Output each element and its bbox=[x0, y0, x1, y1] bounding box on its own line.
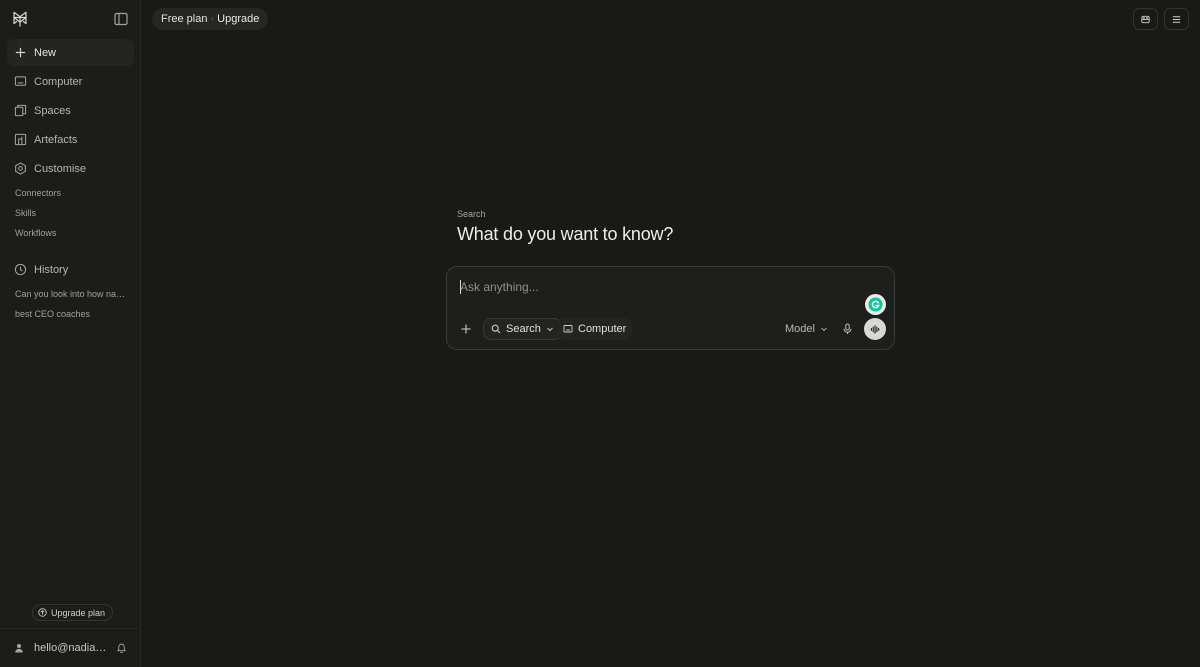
history-item[interactable]: Can you look into how nadia... bbox=[15, 289, 127, 299]
attach-plus-icon[interactable] bbox=[460, 323, 472, 335]
search-icon bbox=[491, 324, 501, 334]
customise-icon bbox=[14, 162, 27, 175]
plan-indicator: Free plan · Upgrade bbox=[152, 8, 269, 30]
chevron-down-icon bbox=[820, 325, 828, 333]
bell-icon[interactable] bbox=[116, 642, 127, 653]
spaces-icon bbox=[14, 104, 27, 117]
sidebar-item-spaces[interactable]: Spaces bbox=[7, 97, 134, 124]
computer-icon bbox=[14, 75, 27, 88]
artefacts-icon bbox=[14, 133, 27, 146]
sidebar-item-label: Artefacts bbox=[34, 133, 78, 146]
sidebar-item-label: Spaces bbox=[34, 104, 71, 117]
hamburger-menu-icon bbox=[1172, 15, 1181, 23]
upgrade-link[interactable]: Upgrade bbox=[217, 13, 259, 25]
computer-mode-label: Computer bbox=[578, 323, 627, 335]
arrow-up-circle-icon bbox=[38, 608, 47, 617]
perplexity-logo-icon[interactable] bbox=[11, 10, 29, 28]
sidebar-item-artefacts[interactable]: Artefacts bbox=[7, 126, 134, 153]
ask-input[interactable] bbox=[460, 278, 840, 296]
text-caret bbox=[460, 280, 461, 294]
voice-mode-button[interactable] bbox=[864, 318, 886, 340]
history-item[interactable]: best CEO coaches bbox=[15, 309, 127, 319]
composer: Search Computer Model bbox=[446, 266, 895, 350]
plan-name: Free plan bbox=[161, 13, 208, 25]
user-icon bbox=[14, 643, 24, 653]
computer-mode-button[interactable]: Computer bbox=[557, 318, 633, 340]
history-icon bbox=[14, 263, 27, 276]
sidebar-item-computer[interactable]: Computer bbox=[7, 68, 134, 95]
sidebar-sub-workflows[interactable]: Workflows bbox=[15, 228, 127, 238]
sidebar-item-label: Computer bbox=[34, 75, 83, 88]
sidebar: New Computer Spaces Artefacts Customise … bbox=[0, 0, 141, 667]
microphone-icon[interactable] bbox=[842, 323, 853, 335]
sidebar-item-customise[interactable]: Customise bbox=[7, 155, 134, 182]
search-mode-button[interactable]: Search bbox=[483, 318, 562, 340]
model-selector[interactable]: Model bbox=[785, 322, 828, 336]
search-mode-label: Search bbox=[506, 323, 541, 335]
sidebar-item-history[interactable]: History bbox=[7, 256, 134, 283]
grammarly-icon[interactable] bbox=[865, 294, 886, 315]
waveform-icon bbox=[870, 324, 879, 334]
upgrade-plan-button[interactable]: Upgrade plan bbox=[32, 604, 114, 621]
computer-icon bbox=[563, 324, 573, 334]
sidebar-item-label: New bbox=[34, 46, 57, 59]
upgrade-plan-label: Upgrade plan bbox=[51, 607, 106, 618]
assistant-button[interactable] bbox=[1133, 8, 1158, 30]
sidebar-sub-connectors[interactable]: Connectors bbox=[15, 188, 127, 198]
page-title: What do you want to know? bbox=[457, 224, 674, 244]
user-email[interactable]: hello@nadiamakarevich.com bbox=[34, 642, 108, 654]
menu-button[interactable] bbox=[1164, 8, 1189, 30]
model-label: Model bbox=[785, 323, 815, 335]
collapse-sidebar-icon[interactable] bbox=[113, 11, 129, 27]
sidebar-footer: hello@nadiamakarevich.com bbox=[0, 628, 141, 667]
sidebar-sub-skills[interactable]: Skills bbox=[15, 208, 127, 218]
chevron-down-icon bbox=[546, 325, 554, 333]
sidebar-item-label: History bbox=[34, 263, 69, 276]
plan-separator: · bbox=[210, 13, 215, 25]
sidebar-item-new[interactable]: New bbox=[7, 39, 134, 66]
section-label: Search bbox=[457, 209, 486, 219]
sidebar-item-label: Customise bbox=[34, 162, 86, 175]
bot-icon bbox=[1141, 15, 1150, 23]
plus-icon bbox=[14, 46, 27, 59]
